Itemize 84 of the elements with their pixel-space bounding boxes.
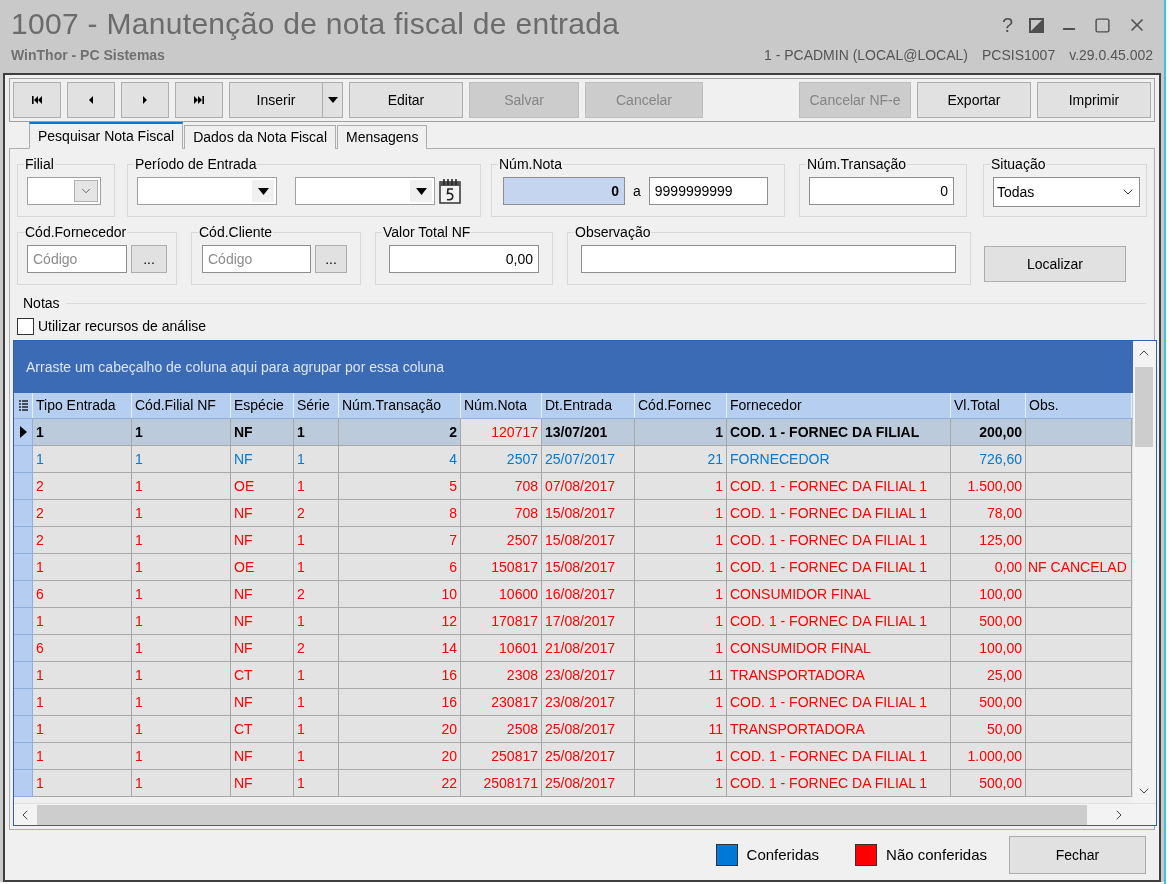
field-label: Observação: [574, 223, 652, 241]
lookup-button[interactable]: ...: [315, 245, 347, 273]
column-chooser-icon: [18, 400, 28, 411]
legend-label: Não conferidas: [886, 844, 987, 865]
input-field[interactable]: 0,00: [389, 245, 539, 273]
row-pointer-icon: [19, 426, 27, 438]
half-filled-square-icon[interactable]: [1029, 17, 1044, 33]
input-field[interactable]: 9999999999: [648, 177, 768, 205]
last-record-icon: [194, 96, 204, 104]
table-cell: 1: [635, 770, 727, 797]
table-cell: COD. 1 - FORNEC DA FILIAL 1: [727, 770, 951, 797]
section-label: Notas: [23, 294, 60, 312]
scrollbar-thumb[interactable]: [1135, 367, 1153, 447]
session-info: v.29.0.45.002: [1069, 46, 1153, 65]
table-cell: 22: [339, 770, 461, 797]
legend-label: Conferidas: [746, 844, 820, 865]
column-header[interactable]: Série: [294, 393, 339, 418]
caret-icon: [327, 97, 338, 103]
window-title: 1007 - Manutenção de nota fiscal de entrada: [11, 6, 620, 42]
dropdown-button[interactable]: [410, 180, 432, 202]
session-info: 1 - PCADMIN (LOCAL@LOCAL): [763, 46, 968, 65]
column-header[interactable]: Tipo Entrada: [33, 393, 132, 418]
toolbar-button[interactable]: Inserir: [229, 82, 323, 118]
maximize-icon[interactable]: [1094, 16, 1111, 34]
column-header[interactable]: Núm.Nota: [461, 393, 542, 418]
window-subtitle: WinThor - PC Sistemas: [11, 46, 165, 65]
select-field[interactable]: Todas: [993, 177, 1140, 207]
caret-icon: [257, 187, 269, 195]
navigation-button[interactable]: [175, 82, 223, 118]
input-field[interactable]: 0: [809, 177, 954, 205]
column-header[interactable]: Espécie: [231, 393, 294, 418]
table-cell: NF: [231, 770, 294, 797]
column-header[interactable]: Obs.: [1026, 393, 1132, 418]
search-button[interactable]: Localizar: [984, 246, 1126, 282]
row-selector[interactable]: [14, 419, 33, 446]
input-field[interactable]: 0: [503, 177, 625, 205]
column-header[interactable]: Vl.Total: [951, 393, 1026, 418]
session-info: PCSIS1007: [982, 46, 1056, 65]
close-button[interactable]: Fechar: [1009, 836, 1146, 874]
first-record-icon: [32, 96, 42, 104]
toolbar-button[interactable]: Exportar: [917, 82, 1031, 118]
next-record-icon: [140, 96, 150, 104]
field-label: Núm.Transação: [806, 155, 908, 173]
tab[interactable]: Mensagens: [337, 125, 428, 149]
table-row[interactable]: 1 1 NF 1 2 120717 13/07/201 1 COD. 1 - FORNEC DA FILIAL 200,00: [14, 419, 1133, 446]
table-cell: 1: [294, 770, 339, 797]
dropdown-button[interactable]: [323, 82, 343, 118]
lookup-button[interactable]: ...: [131, 245, 167, 273]
help-button[interactable]: ?: [1001, 14, 1013, 36]
field-label: Situação: [990, 155, 1047, 173]
column-header[interactable]: Núm.Transação: [339, 393, 461, 418]
input-field[interactable]: Código: [202, 245, 311, 273]
range-separator: a: [633, 181, 641, 201]
table-row[interactable]: 1 1 NF 1 4 2507 25/07/2017 21 FORNECEDOR 726,60: [14, 446, 1133, 473]
table-cell: 500,00: [951, 770, 1026, 797]
calendar-icon[interactable]: [439, 178, 461, 204]
tab[interactable]: Pesquisar Nota Fiscal: [29, 122, 184, 149]
field-label: Filial: [24, 155, 55, 173]
input-field[interactable]: Código: [27, 245, 127, 273]
checkbox[interactable]: [17, 317, 34, 335]
toolbar-button[interactable]: Imprimir: [1037, 82, 1151, 118]
input-field[interactable]: [581, 245, 956, 273]
field-label: Período de Entrada: [134, 155, 258, 173]
navigation-button[interactable]: [13, 82, 61, 118]
table-cell: 1: [33, 770, 132, 797]
checkbox-label: Utilizar recursos de análise: [38, 316, 207, 336]
field-label: Cód.Fornecedor: [24, 223, 128, 241]
combo-box[interactable]: [27, 177, 101, 205]
tab[interactable]: Dados da Nota Fiscal: [184, 125, 336, 149]
field-label: Valor Total NF: [382, 223, 472, 241]
field-label: Núm.Nota: [498, 155, 564, 173]
column-header[interactable]: Dt.Entrada: [542, 393, 635, 418]
table-cell: 25/08/2017: [542, 770, 635, 797]
column-header[interactable]: Cód.Fornec: [635, 393, 727, 418]
field-label: Cód.Cliente: [198, 223, 274, 241]
group-by-hint: Arraste um cabeçalho de coluna aqui para agrupar por essa coluna: [26, 357, 444, 377]
caret-icon: [415, 187, 427, 195]
column-header[interactable]: Cód.Filial NF: [132, 393, 231, 418]
table-cell: 2508171: [461, 770, 542, 797]
table-cell: 1: [132, 770, 231, 797]
table-cell: 120717: [461, 419, 542, 446]
column-header[interactable]: Fornecedor: [727, 393, 951, 418]
toolbar-button[interactable]: Editar: [349, 82, 463, 118]
dropdown-button[interactable]: [252, 180, 274, 202]
